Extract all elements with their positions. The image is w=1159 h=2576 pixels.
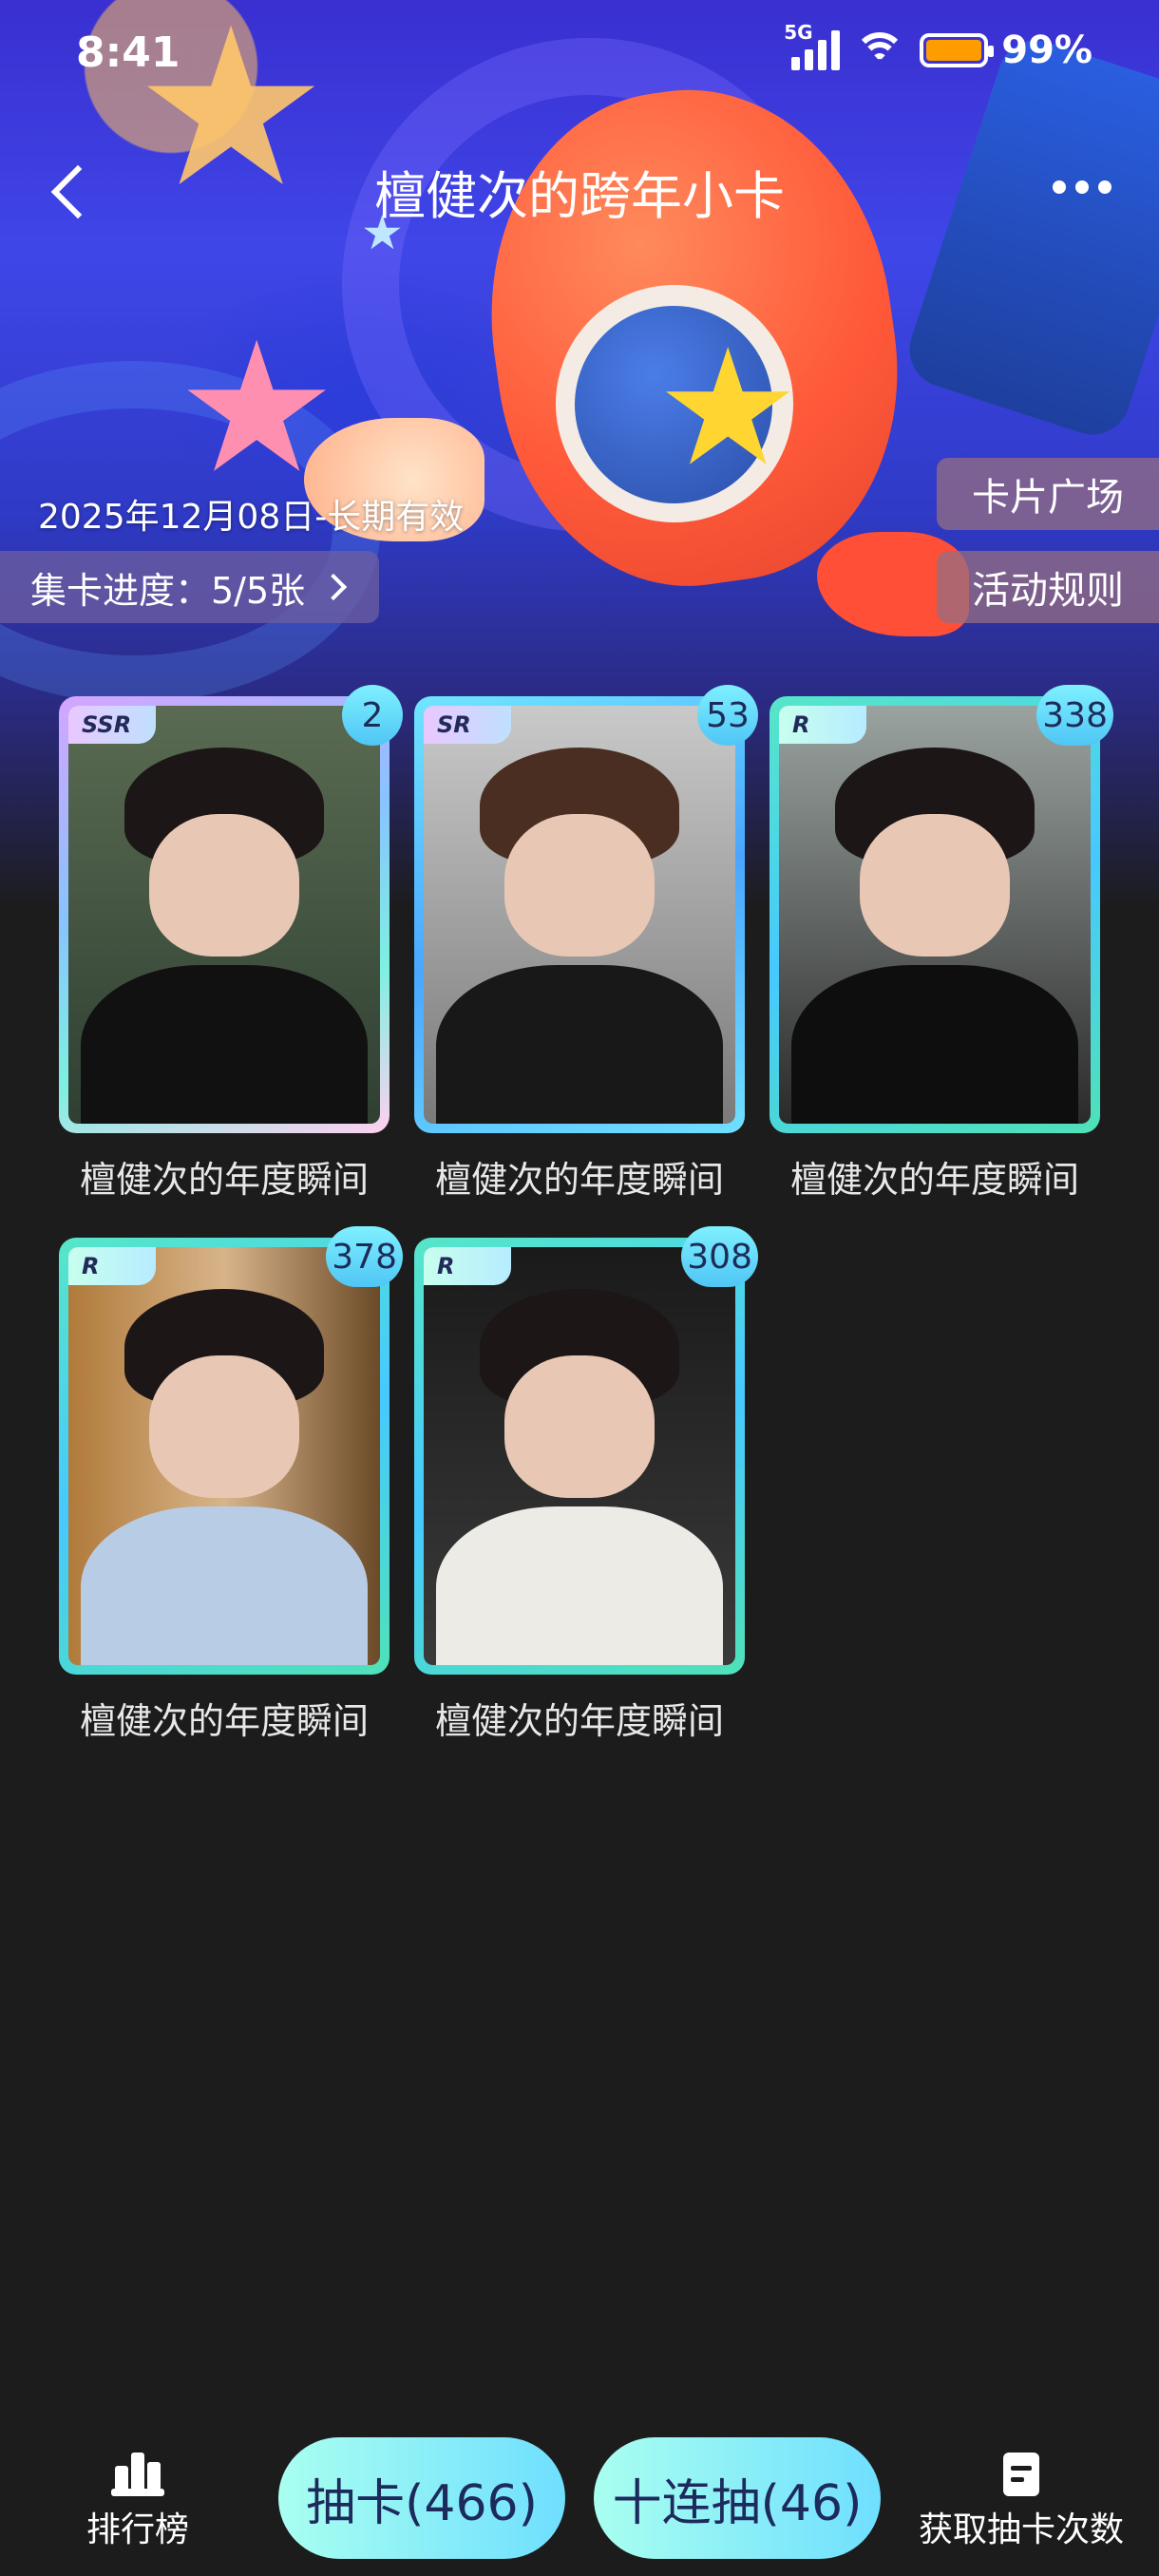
card-grid: SSR 2 檀健次的年度瞬间 SR 53 檀健次的年度瞬间 R 338 檀健次的… [59, 685, 1113, 1779]
rarity-badge: R [68, 1247, 156, 1285]
more-dots-icon [1053, 180, 1066, 194]
collection-progress-button[interactable]: 集卡进度：5/5张 [0, 551, 380, 623]
rarity-badge: SSR [68, 706, 156, 744]
rarity-badge: SR [424, 706, 511, 744]
card-name: 檀健次的年度瞬间 [79, 1159, 369, 1201]
card-count-badge: 53 [697, 685, 758, 746]
card-frame[interactable]: R 308 [414, 1226, 758, 1675]
card-frame[interactable]: R 378 [59, 1226, 403, 1675]
card-photo [68, 706, 380, 1124]
obtain-draws-button[interactable]: 获取抽卡次数 [912, 2453, 1130, 2551]
card-photo [779, 706, 1091, 1124]
battery-percent: 99% [1001, 28, 1092, 72]
network-type: 5G [784, 21, 813, 44]
chevron-right-icon [320, 573, 348, 601]
card-photo [68, 1247, 380, 1665]
card-name: 檀健次的年度瞬间 [434, 1700, 724, 1742]
card-name: 檀健次的年度瞬间 [434, 1159, 724, 1201]
bar-chart-icon [111, 2453, 164, 2496]
card-count-badge: 2 [342, 685, 403, 746]
card-count-badge: 308 [681, 1226, 758, 1287]
card-frame[interactable]: SSR 2 [59, 685, 403, 1133]
ranking-label: 排行榜 [86, 2510, 189, 2549]
card-item[interactable]: SR 53 檀健次的年度瞬间 [414, 685, 758, 1238]
card-plaza-button[interactable]: 卡片广场 [937, 458, 1159, 530]
card-name: 檀健次的年度瞬间 [79, 1700, 369, 1742]
status-bar: 8:41 5G 99% [0, 0, 1159, 114]
cellular-signal-icon: 5G [784, 21, 841, 70]
card-item[interactable]: SSR 2 檀健次的年度瞬间 [59, 685, 403, 1238]
card-frame[interactable]: R 338 [770, 685, 1113, 1133]
card-item[interactable]: R 308 檀健次的年度瞬间 [414, 1226, 758, 1779]
card-name: 檀健次的年度瞬间 [789, 1159, 1079, 1201]
wifi-icon [853, 30, 906, 70]
status-time: 8:41 [76, 28, 180, 77]
draw-ten-button[interactable]: 十连抽(46) [594, 2437, 881, 2559]
card-photo [424, 1247, 735, 1665]
validity-period: 2025年12月08日-长期有效 [38, 498, 465, 537]
document-icon [1003, 2453, 1039, 2496]
rarity-badge: R [779, 706, 866, 744]
ranking-button[interactable]: 排行榜 [76, 2453, 200, 2551]
star-decoration: ★ [656, 314, 801, 502]
obtain-draws-label: 获取抽卡次数 [918, 2510, 1124, 2549]
draw-one-button[interactable]: 抽卡(466) [278, 2437, 565, 2559]
card-count-badge: 378 [326, 1226, 403, 1287]
status-icons: 5G 99% [784, 21, 1092, 72]
rarity-badge: R [424, 1247, 511, 1285]
more-options-button[interactable] [1053, 180, 1112, 194]
battery-icon [920, 33, 995, 67]
card-item[interactable]: R 338 檀健次的年度瞬间 [770, 685, 1113, 1238]
page-title: 檀健次的跨年小卡 [374, 166, 785, 226]
card-item[interactable]: R 378 檀健次的年度瞬间 [59, 1226, 403, 1779]
card-frame[interactable]: SR 53 [414, 685, 758, 1133]
event-rules-button[interactable]: 活动规则 [937, 551, 1159, 623]
card-photo [424, 706, 735, 1124]
card-count-badge: 338 [1036, 685, 1113, 746]
bottom-action-bar: 排行榜 抽卡(466) 十连抽(46) 获取抽卡次数 [0, 2413, 1159, 2576]
collection-progress-label: 集卡进度：5/5张 [30, 569, 306, 612]
